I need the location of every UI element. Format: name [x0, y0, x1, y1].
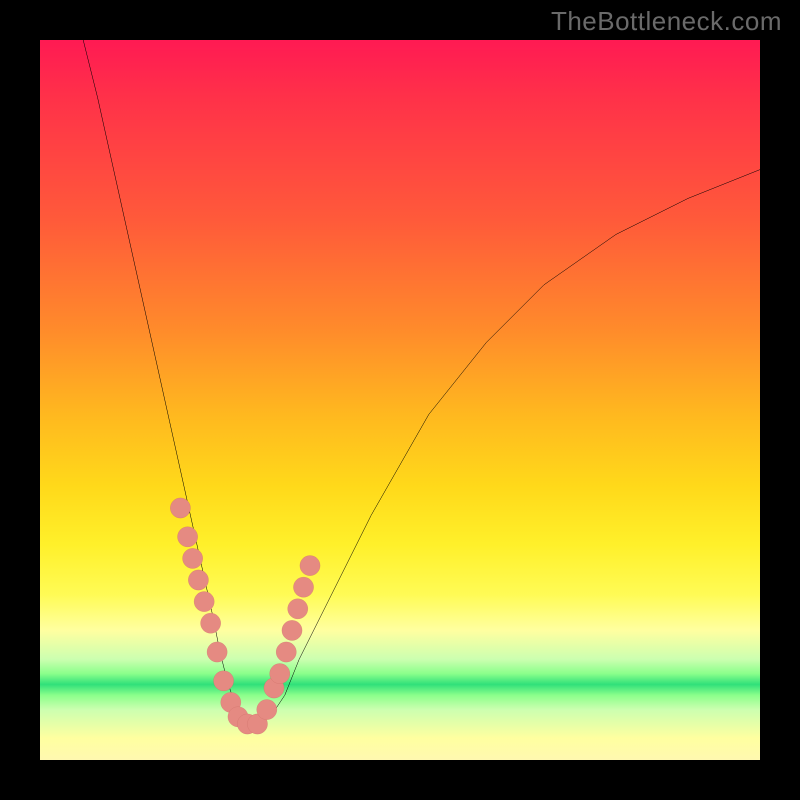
curve-svg — [40, 40, 760, 760]
marker-dot — [270, 664, 290, 684]
marker-dot — [194, 592, 214, 612]
marker-dot — [214, 671, 234, 691]
marker-dot — [300, 556, 320, 576]
marker-dot — [207, 642, 227, 662]
marker-dot — [178, 527, 198, 547]
bottleneck-curve — [83, 40, 760, 724]
marker-dot — [188, 570, 208, 590]
chart-canvas: TheBottleneck.com — [0, 0, 800, 800]
marker-dot — [257, 700, 277, 720]
marker-dot — [288, 599, 308, 619]
watermark-text: TheBottleneck.com — [551, 6, 782, 37]
highlight-markers — [170, 498, 320, 734]
marker-dot — [276, 642, 296, 662]
marker-dot — [201, 613, 221, 633]
marker-dot — [282, 620, 302, 640]
marker-dot — [293, 577, 313, 597]
marker-dot — [183, 548, 203, 568]
plot-area — [40, 40, 760, 760]
marker-dot — [170, 498, 190, 518]
